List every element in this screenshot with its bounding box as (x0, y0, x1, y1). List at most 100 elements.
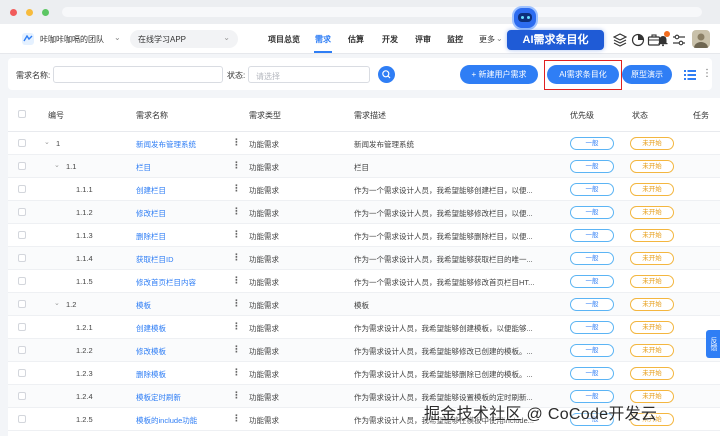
priority-badge[interactable]: 一般 (570, 252, 614, 265)
priority-badge[interactable]: 一般 (570, 298, 614, 311)
row-menu-icon[interactable]: ⋮ (232, 321, 241, 332)
feedback-tab[interactable]: 反馈 (706, 330, 720, 358)
status-badge[interactable]: 未开始 (630, 298, 674, 311)
team-name[interactable]: 咔咖咔咖嗝的团队 (40, 34, 104, 45)
minimize-window-dot[interactable] (26, 9, 33, 16)
row-name-link[interactable]: 修改首页栏目内容 (136, 277, 196, 288)
row-name-link[interactable]: 删除模板 (136, 369, 166, 380)
tab-review[interactable]: 评审 (415, 34, 431, 45)
table-row[interactable]: 1.1.1 创建栏目 ⋮ 功能需求 作为一个需求设计人员，我希望能够创建栏目，以便...… (8, 178, 720, 201)
tab-requirements[interactable]: 需求 (315, 34, 331, 45)
row-checkbox[interactable] (18, 415, 26, 423)
row-name-link[interactable]: 模板的include功能 (136, 415, 197, 426)
row-name-link[interactable]: 模板 (136, 300, 151, 311)
status-badge[interactable]: 未开始 (630, 137, 674, 150)
row-checkbox[interactable] (18, 346, 26, 354)
priority-badge[interactable]: 一般 (570, 229, 614, 242)
priority-badge[interactable]: 一般 (570, 275, 614, 288)
tab-more[interactable]: 更多 (479, 34, 495, 45)
layers-icon[interactable] (612, 33, 628, 47)
prototype-demo-button[interactable]: 原型演示 (622, 65, 672, 84)
row-checkbox[interactable] (18, 277, 26, 285)
row-name-link[interactable]: 删除栏目 (136, 231, 166, 242)
row-menu-icon[interactable]: ⋮ (232, 413, 241, 424)
settings-sliders-icon[interactable] (672, 33, 686, 47)
ai-itemize-button[interactable]: AI需求条目化 (547, 65, 619, 84)
status-badge[interactable]: 未开始 (630, 321, 674, 334)
row-menu-icon[interactable]: ⋮ (232, 183, 241, 194)
row-checkbox[interactable] (18, 185, 26, 193)
pie-chart-icon[interactable] (631, 33, 645, 47)
status-filter-select[interactable]: 请选择 (248, 66, 370, 83)
row-checkbox[interactable] (18, 300, 26, 308)
table-row[interactable]: 1.1.3 删除栏目 ⋮ 功能需求 作为一个需求设计人员，我希望能够删除栏目，以便...… (8, 224, 720, 247)
row-menu-icon[interactable]: ⋮ (232, 298, 241, 309)
row-checkbox[interactable] (18, 369, 26, 377)
row-checkbox[interactable] (18, 208, 26, 216)
table-row[interactable]: 1.1.4 获取栏目ID ⋮ 功能需求 作为一个需求设计人员，我希望能够获取栏目的唯一.… (8, 247, 720, 270)
row-menu-icon[interactable]: ⋮ (232, 229, 241, 240)
priority-badge[interactable]: 一般 (570, 183, 614, 196)
row-menu-icon[interactable]: ⋮ (232, 344, 241, 355)
priority-badge[interactable]: 一般 (570, 137, 614, 150)
expand-toggle-icon[interactable]: ⌄ (54, 299, 60, 307)
chevron-down-icon[interactable]: ⌄ (496, 34, 503, 43)
status-badge[interactable]: 未开始 (630, 367, 674, 380)
row-checkbox[interactable] (18, 323, 26, 331)
priority-badge[interactable]: 一般 (570, 367, 614, 380)
status-badge[interactable]: 未开始 (630, 206, 674, 219)
status-badge[interactable]: 未开始 (630, 275, 674, 288)
row-checkbox[interactable] (18, 162, 26, 170)
row-menu-icon[interactable]: ⋮ (232, 390, 241, 401)
row-name-link[interactable]: 栏目 (136, 162, 151, 173)
row-checkbox[interactable] (18, 392, 26, 400)
status-badge[interactable]: 未开始 (630, 229, 674, 242)
row-checkbox[interactable] (18, 231, 26, 239)
row-menu-icon[interactable]: ⋮ (232, 275, 241, 286)
row-menu-icon[interactable]: ⋮ (232, 160, 241, 171)
search-button[interactable] (378, 66, 395, 83)
priority-badge[interactable]: 一般 (570, 344, 614, 357)
table-row[interactable]: ⌄ 1 新闻发布管理系统 ⋮ 功能需求 新闻发布管理系统 一般 未开始 (8, 132, 720, 155)
expand-toggle-icon[interactable]: ⌄ (44, 138, 50, 146)
status-badge[interactable]: 未开始 (630, 252, 674, 265)
priority-badge[interactable]: 一般 (570, 160, 614, 173)
priority-badge[interactable]: 一般 (570, 206, 614, 219)
table-row[interactable]: 1.1.5 修改首页栏目内容 ⋮ 功能需求 作为一个需求设计人员，我希望能够修改首页栏目… (8, 270, 720, 293)
table-row[interactable]: 1.2.3 删除模板 ⋮ 功能需求 作为需求设计人员，我希望能够删除已创建的模板。...… (8, 362, 720, 385)
close-window-dot[interactable] (10, 9, 17, 16)
row-name-link[interactable]: 获取栏目ID (136, 254, 174, 265)
row-menu-icon[interactable]: ⋮ (232, 252, 241, 263)
priority-badge[interactable]: 一般 (570, 321, 614, 334)
project-select[interactable]: 在线学习APP ⌄ (130, 30, 238, 48)
table-row[interactable]: 1.1.2 修改栏目 ⋮ 功能需求 作为一个需求设计人员，我希望能够修改栏目，以便...… (8, 201, 720, 224)
row-name-link[interactable]: 修改栏目 (136, 208, 166, 219)
row-menu-icon[interactable]: ⋮ (232, 367, 241, 378)
row-checkbox[interactable] (18, 139, 26, 147)
row-name-link[interactable]: 创建模板 (136, 323, 166, 334)
row-name-link[interactable]: 模板定时刷新 (136, 392, 181, 403)
status-badge[interactable]: 未开始 (630, 160, 674, 173)
more-options-icon[interactable]: ⋮ (702, 68, 712, 79)
table-row[interactable]: ⌄ 1.2 模板 ⋮ 功能需求 模板 一般 未开始 (8, 293, 720, 316)
select-all-checkbox[interactable] (18, 110, 26, 118)
tab-overview[interactable]: 项目总览 (268, 34, 300, 45)
table-row[interactable]: 1.2.2 修改模板 ⋮ 功能需求 作为需求设计人员，我希望能够修改已创建的模板。...… (8, 339, 720, 362)
tab-develop[interactable]: 开发 (382, 34, 398, 45)
list-view-icon[interactable] (684, 70, 696, 82)
new-requirement-button[interactable]: + 新建用户需求 (460, 65, 538, 84)
tab-monitor[interactable]: 监控 (447, 34, 463, 45)
table-row[interactable]: 1.2.1 创建模板 ⋮ 功能需求 作为需求设计人员，我希望能够创建模板，以便能够...… (8, 316, 720, 339)
status-badge[interactable]: 未开始 (630, 183, 674, 196)
chevron-down-icon[interactable]: ⌄ (114, 33, 121, 42)
row-name-link[interactable]: 新闻发布管理系统 (136, 139, 196, 150)
name-filter-input[interactable] (53, 66, 223, 83)
row-name-link[interactable]: 修改模板 (136, 346, 166, 357)
maximize-window-dot[interactable] (42, 9, 49, 16)
row-menu-icon[interactable]: ⋮ (232, 137, 241, 148)
row-checkbox[interactable] (18, 254, 26, 262)
table-row[interactable]: ⌄ 1.1 栏目 ⋮ 功能需求 栏目 一般 未开始 (8, 155, 720, 178)
expand-toggle-icon[interactable]: ⌄ (54, 161, 60, 169)
row-name-link[interactable]: 创建栏目 (136, 185, 166, 196)
user-avatar[interactable] (692, 30, 710, 48)
